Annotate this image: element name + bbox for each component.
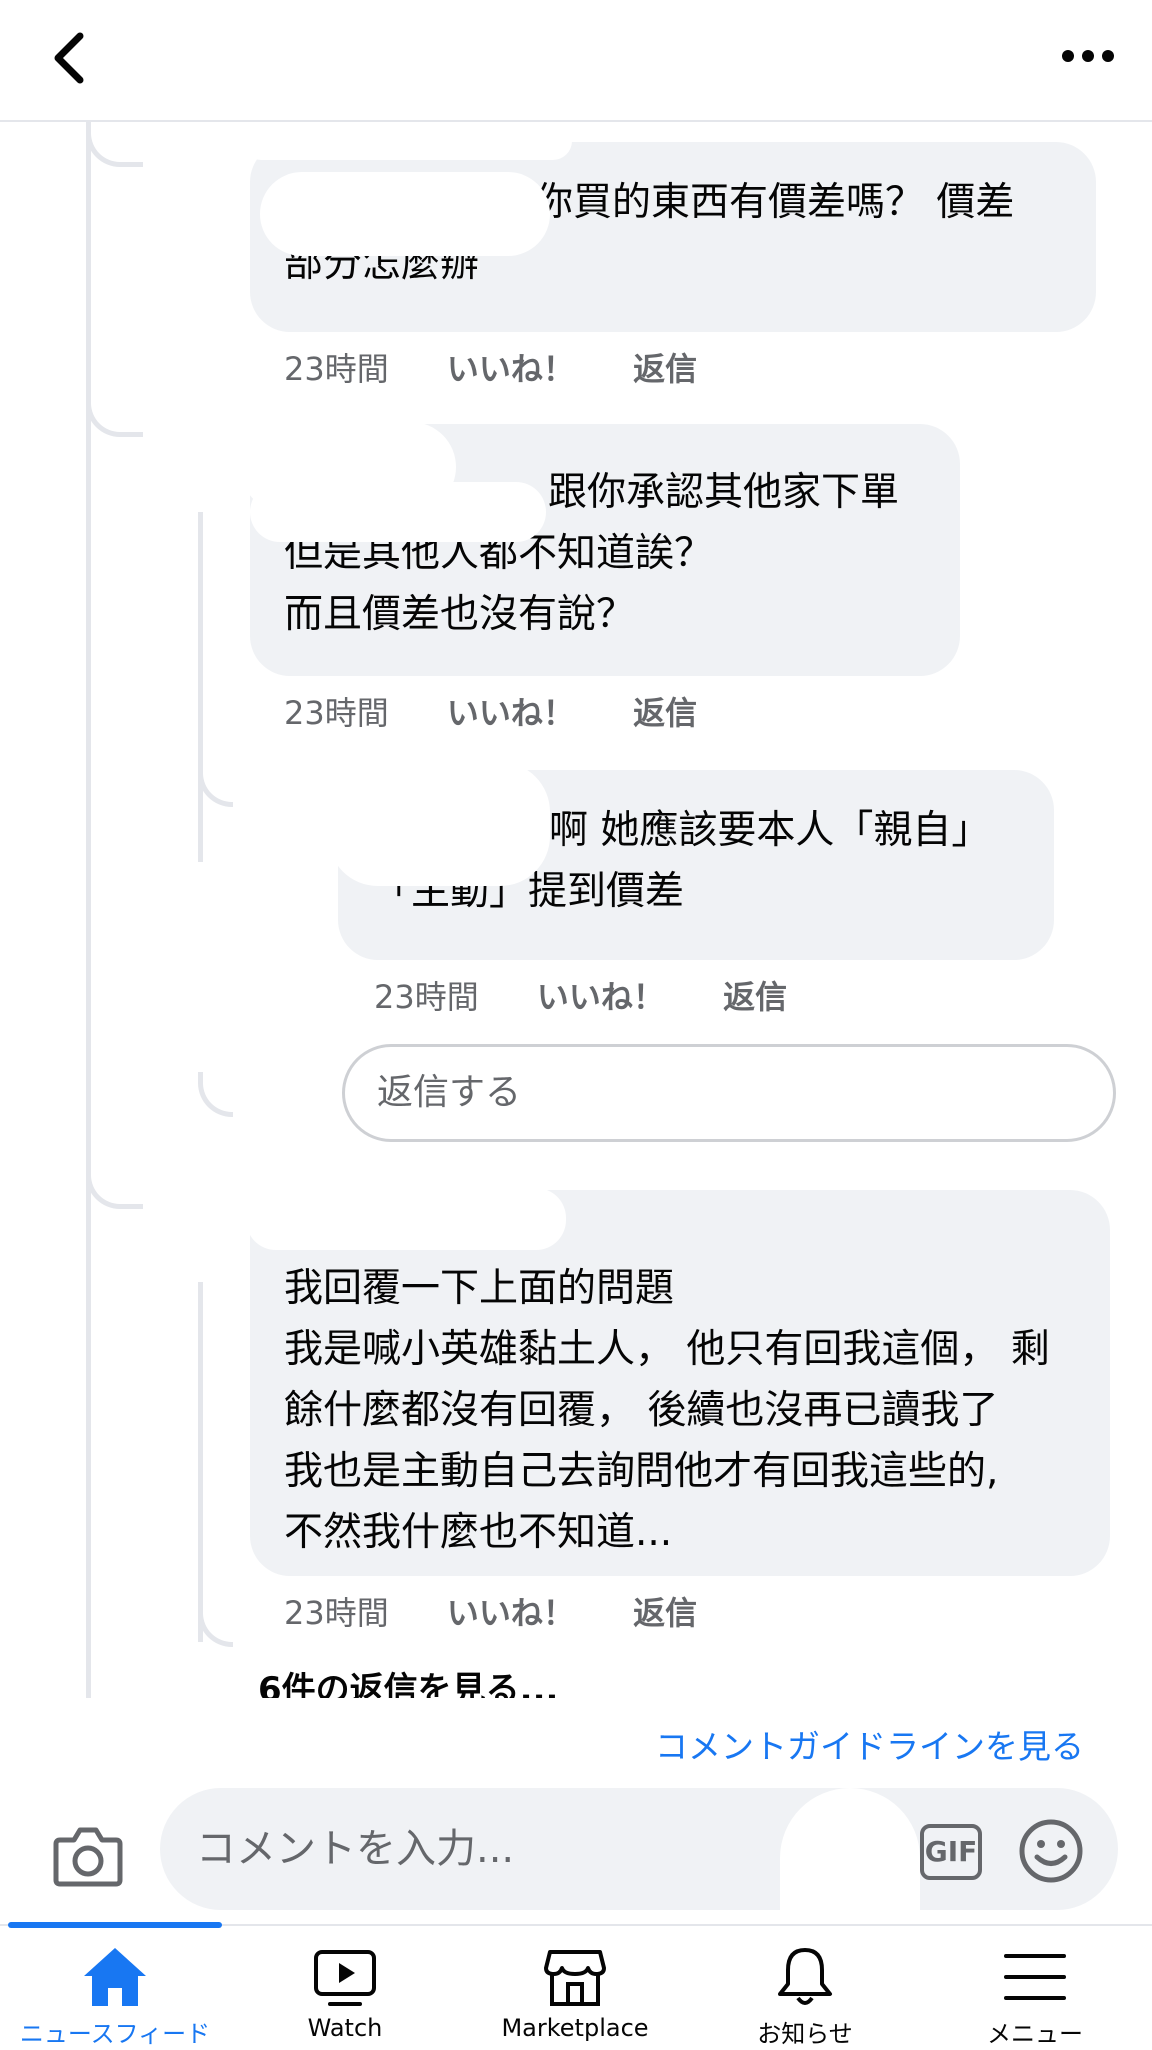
reply-button[interactable]: 返信 bbox=[633, 1588, 697, 1634]
comment-time: 23時間 bbox=[284, 350, 389, 388]
comment-time: 23時間 bbox=[284, 1594, 389, 1632]
comment-text-line: 而且價差也沒有說？ bbox=[284, 592, 636, 637]
emoji-icon bbox=[1019, 1819, 1083, 1883]
reply-button[interactable]: 返信 bbox=[723, 972, 787, 1018]
watch-icon bbox=[314, 1950, 376, 2006]
bell-icon bbox=[778, 1948, 832, 2005]
reply-button[interactable]: 返信 bbox=[633, 344, 697, 390]
thread-connector bbox=[86, 122, 143, 167]
redacted-name bbox=[260, 172, 550, 256]
thread-connector bbox=[198, 1072, 233, 1117]
like-button[interactable]: いいね！ bbox=[537, 972, 665, 1018]
comment-text-line: 不然我什麼也不知道... bbox=[284, 1510, 673, 1555]
tab-notifications[interactable]: お知らせ bbox=[690, 1926, 920, 2050]
tab-label: メニュー bbox=[987, 2020, 1083, 2048]
bottom-tab-bar: ニュースフィード Watch Marketplace お知らせ メニュー bbox=[0, 1922, 1152, 2050]
comment-meta: 23時間 いいね！ 返信 bbox=[374, 972, 787, 1018]
like-button[interactable]: いいね！ bbox=[447, 1588, 575, 1634]
like-button[interactable]: いいね！ bbox=[447, 688, 575, 734]
tab-label: Marketplace bbox=[501, 2014, 649, 2042]
tab-menu[interactable]: メニュー bbox=[920, 1926, 1150, 2050]
thread-line bbox=[198, 1282, 203, 1642]
comment-meta: 23時間 いいね！ 返信 bbox=[284, 688, 697, 734]
tab-label: お知らせ bbox=[757, 2020, 853, 2048]
active-tab-indicator bbox=[8, 1922, 222, 1928]
comment-text-line: 我是喊小英雄黏土人， 他只有回我這個， 剩 bbox=[284, 1327, 1050, 1372]
comment-text-line: 餘什麼都沒有回覆， 後續也沒再已讀我了 bbox=[284, 1388, 999, 1433]
comment-time: 23時間 bbox=[284, 694, 389, 732]
thread-connector bbox=[198, 1602, 233, 1647]
comment-time: 23時間 bbox=[374, 978, 479, 1016]
tab-watch[interactable]: Watch bbox=[230, 1926, 460, 2050]
comment-meta: 23時間 いいね！ 返信 bbox=[284, 344, 697, 390]
thread-line bbox=[198, 512, 203, 862]
home-icon bbox=[84, 1948, 146, 2006]
comment-text-line: 我也是主動自己去詢問他才有回我這些的, bbox=[284, 1449, 999, 1494]
redacted-name bbox=[328, 762, 550, 886]
redacted-name bbox=[250, 482, 546, 542]
like-button[interactable]: いいね！ bbox=[447, 344, 575, 390]
comment-text-line: 我回覆一下上面的問題 bbox=[284, 1266, 675, 1311]
thread-connector bbox=[86, 382, 143, 437]
redacted-name bbox=[242, 122, 572, 160]
chevron-left-icon bbox=[54, 32, 84, 84]
marketplace-icon bbox=[544, 1950, 606, 2006]
comment-guidelines-link[interactable]: コメントガイドラインを見る bbox=[655, 1720, 1084, 1768]
reply-button[interactable]: 返信 bbox=[633, 688, 697, 734]
comment-meta: 23時間 いいね！ 返信 bbox=[284, 1588, 697, 1634]
gif-button[interactable]: GIF bbox=[920, 1824, 982, 1880]
tab-label: Watch bbox=[307, 2014, 383, 2042]
tab-news-feed[interactable]: ニュースフィード bbox=[0, 1922, 230, 2050]
top-bar bbox=[0, 0, 1152, 122]
camera-icon bbox=[53, 1827, 123, 1887]
tab-label: ニュースフィード bbox=[19, 2020, 211, 2048]
reply-input[interactable]: 返信する bbox=[342, 1044, 1116, 1142]
more-options-button[interactable] bbox=[1052, 34, 1124, 78]
camera-button[interactable] bbox=[52, 1822, 124, 1888]
tab-marketplace[interactable]: Marketplace bbox=[460, 1926, 690, 2050]
menu-icon bbox=[1004, 1954, 1066, 2000]
emoji-button[interactable] bbox=[1018, 1818, 1084, 1884]
thread-connector bbox=[86, 1154, 143, 1209]
back-button[interactable] bbox=[44, 28, 104, 88]
comment-thread: 你買的東西有價差嗎？ 價差 部分怎麼辦 23時間 いいね！ 返信 跟你承認其他家… bbox=[0, 122, 1152, 1698]
thread-line bbox=[86, 122, 91, 1698]
more-horizontal-icon bbox=[1062, 50, 1114, 62]
thread-connector bbox=[198, 762, 233, 807]
redacted-name bbox=[246, 1188, 566, 1250]
